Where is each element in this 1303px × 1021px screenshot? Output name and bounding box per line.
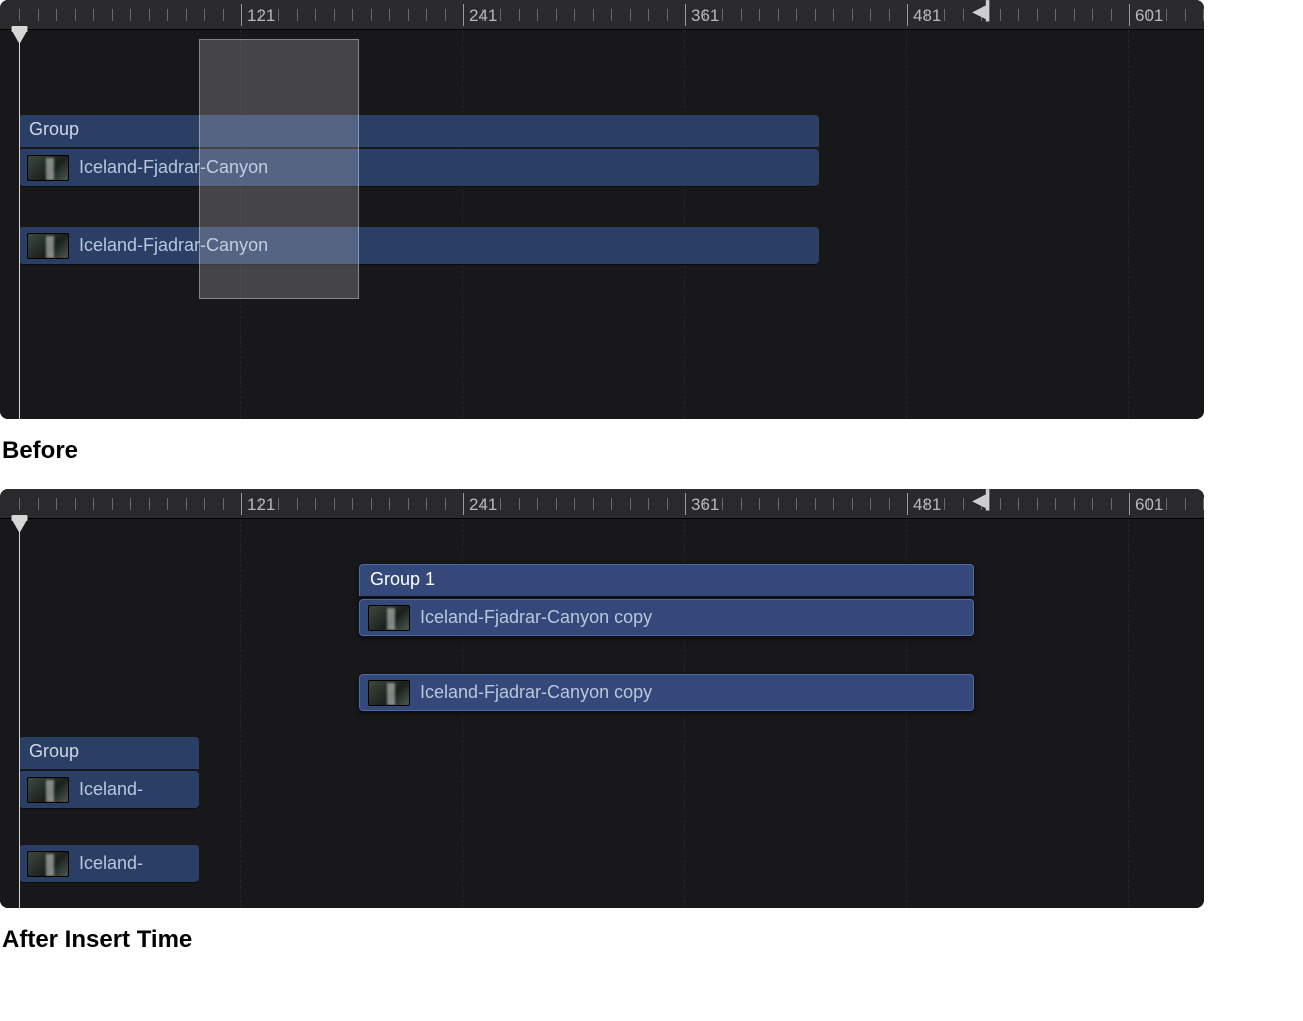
ruler-tick-label: 361 (691, 6, 719, 26)
clip-iceland-1[interactable]: Iceland-Fjadrar-Canyon (19, 149, 819, 186)
clip-label: Iceland- (79, 779, 143, 800)
clip-thumbnail (27, 233, 69, 259)
clip-original-1[interactable]: Iceland- (19, 771, 199, 808)
ruler-tick-label: 361 (691, 495, 719, 515)
caption-before: Before (0, 419, 1303, 489)
clip-thumbnail (368, 680, 410, 706)
ruler-tick-label: 601 (1135, 495, 1163, 515)
ruler-tick-label: 481 (913, 495, 941, 515)
playhead-head-icon[interactable] (12, 30, 28, 44)
clip-thumbnail (368, 605, 410, 631)
playhead[interactable] (19, 519, 20, 908)
clip-original-2[interactable]: Iceland- (19, 845, 199, 882)
group-original-header[interactable]: Group (19, 737, 199, 769)
ruler-tick-label: 241 (469, 495, 497, 515)
caption-after: After Insert Time (0, 908, 1303, 978)
group-label: Group (29, 741, 79, 761)
ruler-tick-label: 481 (913, 6, 941, 26)
timeline-ruler[interactable]: /* placeholder so structure stays; actua… (0, 0, 1204, 30)
clip-iceland-2[interactable]: Iceland-Fjadrar-Canyon (19, 227, 819, 264)
clip-thumbnail (27, 155, 69, 181)
timeline-ruler[interactable]: 121 241 361 481 601 (0, 489, 1204, 519)
clip-thumbnail (27, 777, 69, 803)
ruler-tick-label: 121 (247, 6, 275, 26)
timeline-before[interactable]: /* placeholder so structure stays; actua… (0, 0, 1204, 419)
clip-thumbnail (27, 851, 69, 877)
clip-label: Iceland-Fjadrar-Canyon copy (420, 682, 652, 703)
ruler-tick-label: 121 (247, 495, 275, 515)
clip-label: Iceland-Fjadrar-Canyon (79, 157, 268, 178)
playhead-head-icon[interactable] (12, 519, 28, 533)
ruler-tick-label: 601 (1135, 6, 1163, 26)
clip-copy-1[interactable]: Iceland-Fjadrar-Canyon copy (359, 599, 974, 636)
clip-copy-2[interactable]: Iceland-Fjadrar-Canyon copy (359, 674, 974, 711)
out-point-marker-icon[interactable]: ◀▎ (972, 491, 1000, 509)
playhead[interactable] (19, 30, 20, 419)
group-header[interactable]: Group (19, 115, 819, 147)
timeline-after[interactable]: 121 241 361 481 601 ◀▎ Group 1 Iceland-Fjadr… (0, 489, 1204, 908)
out-point-marker-icon[interactable]: ◀▎ (972, 2, 1000, 20)
clip-label: Iceland-Fjadrar-Canyon (79, 235, 268, 256)
clip-label: Iceland-Fjadrar-Canyon copy (420, 607, 652, 628)
clip-label: Iceland- (79, 853, 143, 874)
group-label: Group (29, 119, 79, 139)
group-label: Group 1 (370, 569, 435, 589)
ruler-tick-label: 241 (469, 6, 497, 26)
group1-header[interactable]: Group 1 (359, 564, 974, 596)
